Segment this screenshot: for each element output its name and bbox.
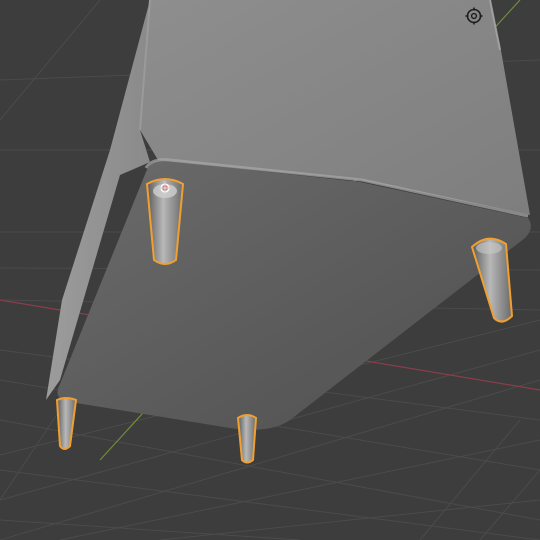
3d-viewport[interactable] — [0, 0, 540, 540]
cube-mesh[interactable] — [46, 0, 531, 430]
leg-front-right[interactable] — [236, 414, 258, 464]
viewport-scene[interactable] — [0, 0, 540, 540]
leg-front-left[interactable] — [55, 397, 78, 450]
viewport-gizmo-icon[interactable] — [462, 4, 486, 28]
